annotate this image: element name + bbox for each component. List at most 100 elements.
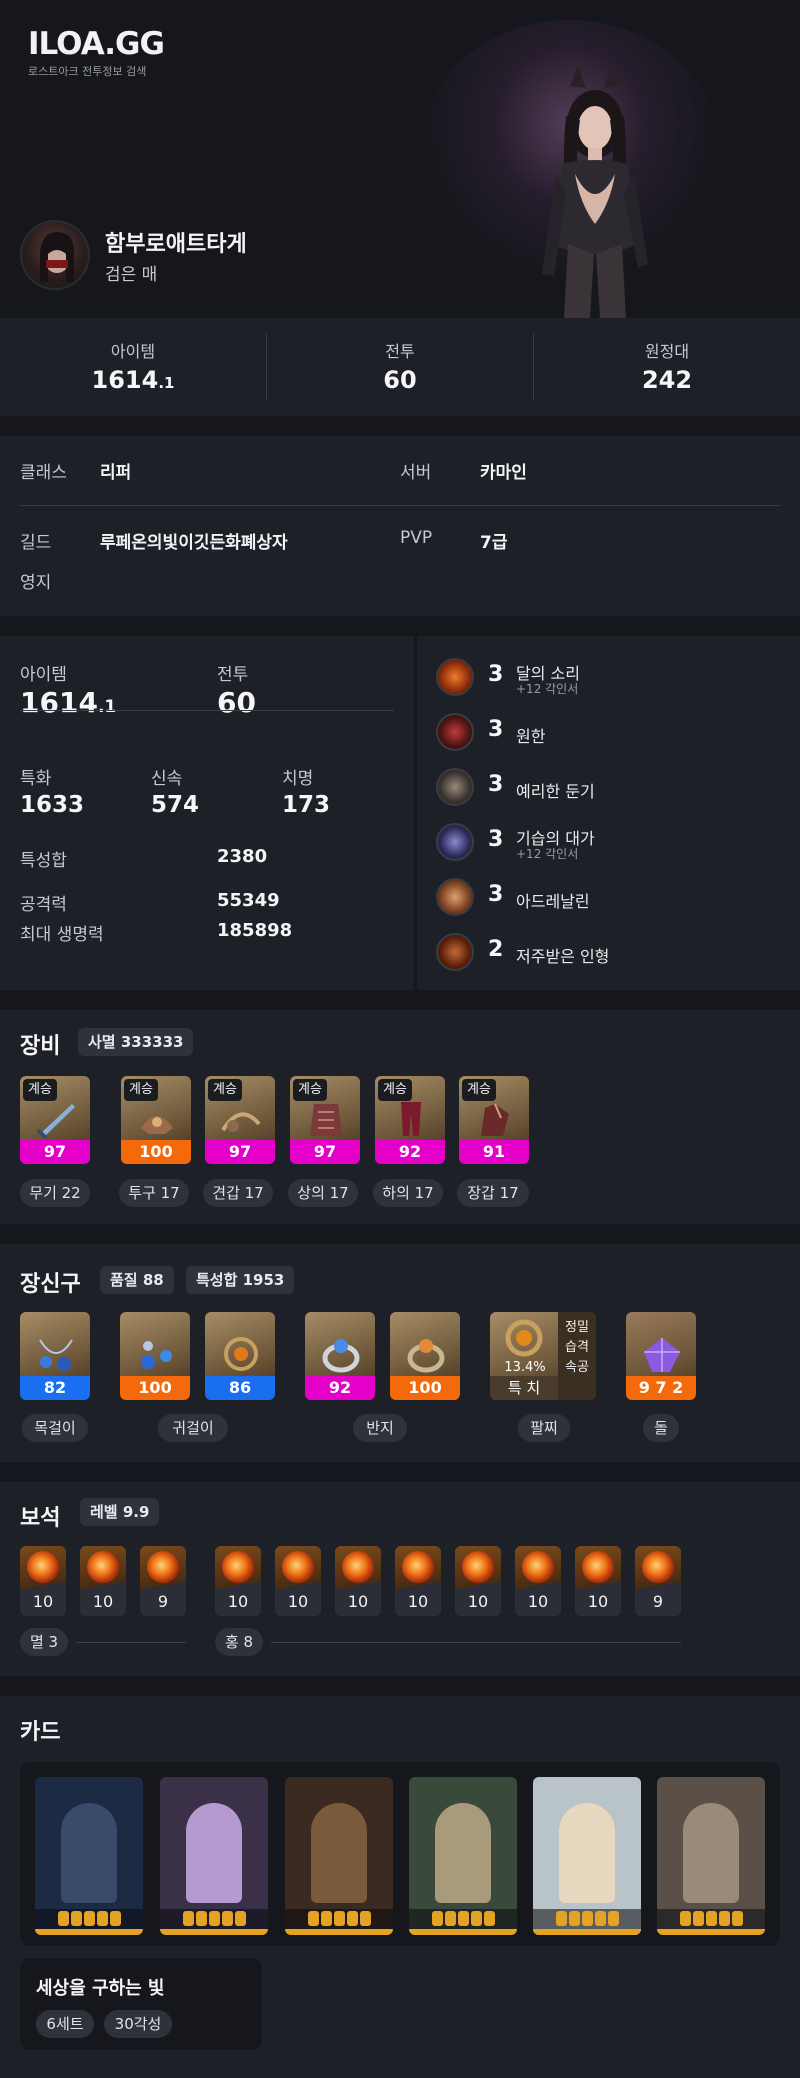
succession-tag: 계승	[23, 1079, 57, 1101]
gem-annihilation[interactable]: 10	[80, 1546, 126, 1616]
gem-annihilation[interactable]: 9	[140, 1546, 186, 1616]
gem-orb	[282, 1551, 314, 1583]
awakening-star-icon	[457, 1911, 469, 1926]
card-set-tag: 30각성	[104, 2010, 172, 2038]
card-art	[683, 1803, 739, 1903]
specialization-value: 1633	[20, 792, 85, 818]
gem-annihilation[interactable]: 10	[20, 1546, 66, 1616]
accessory-bracelet[interactable]: 13.4% 특 치 정밀 습격 속공	[490, 1312, 596, 1400]
engraving-row[interactable]: 2 저주받은 인형	[436, 931, 776, 973]
gem-orb	[87, 1551, 119, 1583]
accessory-label: 팔찌	[518, 1414, 570, 1442]
card-1[interactable]	[35, 1777, 143, 1935]
engraving-level: 3	[488, 772, 504, 797]
awakening-star-icon	[221, 1911, 233, 1926]
hero-banner: ILOA.GG 로스트아크 전투정보 검색 함부로애트타게 검은 매	[0, 0, 800, 318]
stats-divider	[20, 710, 394, 711]
awakening-star-icon	[96, 1911, 108, 1926]
item-level-value: 1614.1	[20, 686, 116, 719]
gem-crimson[interactable]: 10	[395, 1546, 441, 1616]
necklace-icon	[39, 1339, 73, 1371]
accessory-label: 반지	[353, 1414, 407, 1442]
site-subtitle: 로스트아크 전투정보 검색	[28, 65, 147, 78]
gem-level: 10	[287, 1592, 309, 1611]
gem-crimson[interactable]: 10	[455, 1546, 501, 1616]
awakening-star-icon	[483, 1911, 495, 1926]
summary-expedition-level: 원정대 242	[534, 318, 800, 416]
card-border	[35, 1929, 143, 1935]
bracelet-icon	[505, 1319, 543, 1357]
helmet-icon	[141, 1116, 173, 1134]
awakening-star-icon	[346, 1911, 358, 1926]
moon-sound-icon	[436, 658, 474, 696]
info-divider	[20, 505, 780, 506]
gem-level: 10	[527, 1592, 549, 1611]
engraving-row[interactable]: 3 아드레날린	[436, 876, 776, 918]
keen-blunt-icon	[436, 768, 474, 806]
equip-label: 하의 17	[373, 1179, 443, 1207]
gem-orb	[222, 1551, 254, 1583]
quality-bar: 100	[120, 1376, 190, 1400]
summary-label: 원정대	[644, 342, 690, 361]
summary-value-int: 1614	[91, 366, 159, 394]
quality-bar: 92	[375, 1140, 445, 1164]
cursed-doll-icon	[436, 933, 474, 971]
card-3[interactable]	[285, 1777, 393, 1935]
accessory-label: 돌	[643, 1414, 679, 1442]
earring-icon	[224, 1337, 258, 1371]
card-awakening	[285, 1909, 393, 1929]
equip-gloves[interactable]: 계승 91	[459, 1076, 529, 1164]
accessory-ring-2[interactable]: 100	[390, 1312, 460, 1400]
summary-combat-level: 전투 60	[267, 318, 533, 416]
character-portrait	[542, 66, 648, 318]
equip-helmet[interactable]: 계승 100	[121, 1076, 191, 1164]
engraving-row[interactable]: 3 원한	[436, 711, 776, 753]
gem-crimson[interactable]: 10	[515, 1546, 561, 1616]
equip-shoulder[interactable]: 계승 97	[205, 1076, 275, 1164]
gems-section: 보석 레벨 9.9 10 10 9 10 10 10 10 10 10 10 9…	[0, 1482, 800, 1676]
site-logo[interactable]: ILOA.GG	[28, 26, 165, 62]
accessory-ring-1[interactable]: 92	[305, 1312, 375, 1400]
guild-value[interactable]: 루페온의빛이깃든화폐상자	[100, 528, 288, 553]
gem-crimson[interactable]: 10	[275, 1546, 321, 1616]
ring-icon	[322, 1339, 360, 1373]
gem-crimson[interactable]: 10	[575, 1546, 621, 1616]
awakening-star-icon	[307, 1911, 319, 1926]
succession-tag: 계승	[124, 1079, 158, 1101]
gem-crimson[interactable]: 9	[635, 1546, 681, 1616]
equip-label: 투구 17	[119, 1179, 189, 1207]
engraving-level: 3	[488, 827, 504, 852]
gems-title: 보석	[20, 1506, 61, 1531]
class-label: 클래스	[20, 463, 67, 483]
card-2[interactable]	[160, 1777, 268, 1935]
accessory-earring-2[interactable]: 86	[205, 1312, 275, 1400]
card-5[interactable]	[533, 1777, 641, 1935]
engraving-level: 3	[488, 717, 504, 742]
equip-label: 장갑 17	[457, 1179, 529, 1207]
summary-label: 아이템	[110, 342, 156, 361]
gem-crimson[interactable]: 10	[335, 1546, 381, 1616]
card-4[interactable]	[409, 1777, 517, 1935]
trait-total-label: 특성합	[20, 851, 67, 871]
accessory-necklace[interactable]: 82	[20, 1312, 90, 1400]
equip-chest[interactable]: 계승 97	[290, 1076, 360, 1164]
annihilation-count: 멸 3	[20, 1628, 68, 1656]
crit-value: 173	[282, 792, 331, 818]
engraving-row[interactable]: 3 기습의 대가 +12 각인서	[436, 821, 776, 863]
engraving-row[interactable]: 3 달의 소리 +12 각인서	[436, 656, 776, 698]
ability-stone[interactable]: 9 7 2	[626, 1312, 696, 1400]
awakening-star-icon	[195, 1911, 207, 1926]
adrenaline-icon	[436, 878, 474, 916]
equip-pants[interactable]: 계승 92	[375, 1076, 445, 1164]
succession-tag: 계승	[208, 1079, 242, 1101]
engraving-row[interactable]: 3 예리한 둔기	[436, 766, 776, 808]
card-set-name: 세상을 구하는 빛	[36, 1978, 165, 1999]
gem-crimson[interactable]: 10	[215, 1546, 261, 1616]
equip-weapon[interactable]: 계승 97	[20, 1076, 90, 1164]
card-art	[435, 1803, 491, 1903]
card-6[interactable]	[657, 1777, 765, 1935]
gem-group-line	[271, 1642, 681, 1643]
item-level-int: 1614	[20, 686, 98, 719]
accessory-earring-1[interactable]: 100	[120, 1312, 190, 1400]
accessories-section: 장신구 품질 88 특성합 1953 82 100 86 92 100 13.4…	[0, 1244, 800, 1462]
